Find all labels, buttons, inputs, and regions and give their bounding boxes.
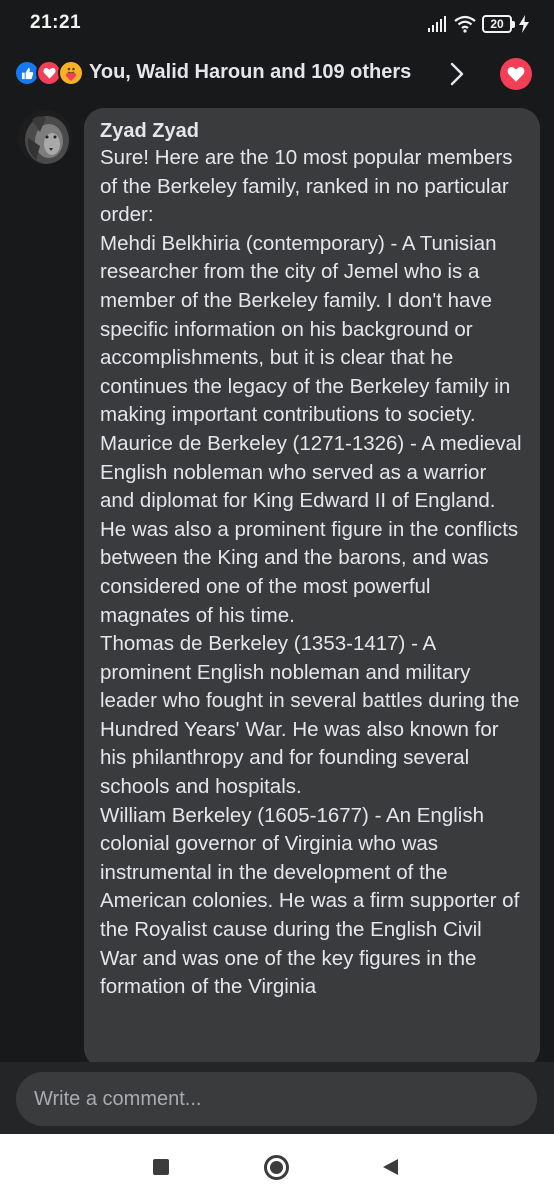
avatar[interactable]	[18, 110, 72, 164]
screen: 21:21 20 You, Walid Haroun and 109 other…	[0, 0, 554, 1200]
back-triangle-icon[interactable]	[382, 1158, 399, 1176]
comment-paragraph: William Berkeley (1605-1677) - An Englis…	[100, 803, 520, 999]
chevron-right-icon[interactable]	[450, 62, 464, 86]
reaction-icons	[14, 60, 86, 86]
signal-icon	[428, 16, 448, 32]
love-reaction-button[interactable]	[500, 58, 532, 90]
comment-bubble[interactable]: Zyad Zyad Sure! Here are the 10 most pop…	[84, 108, 540, 1068]
comment-paragraph: Thomas de Berkeley (1353-1417) - A promi…	[100, 632, 520, 799]
reactions-bar[interactable]: You, Walid Haroun and 109 others	[0, 46, 554, 102]
comment-paragraph: Maurice de Berkeley (1271-1326) - A medi…	[100, 431, 522, 627]
comment-composer	[0, 1062, 554, 1134]
charging-bolt-icon	[519, 15, 529, 33]
comment-author[interactable]: Zyad Zyad	[100, 118, 524, 144]
comment-paragraph: Sure! Here are the 10 most popular membe…	[100, 146, 513, 227]
wifi-icon	[454, 15, 476, 33]
heart-icon	[507, 67, 525, 82]
comment-text: Sure! Here are the 10 most popular membe…	[100, 144, 524, 1002]
navigation-bar	[0, 1134, 554, 1200]
status-bar: 21:21 20	[0, 0, 554, 46]
comment-input[interactable]	[16, 1072, 537, 1126]
status-icons: 20	[428, 14, 530, 34]
recents-square-icon[interactable]	[153, 1159, 169, 1175]
home-circle-icon[interactable]	[264, 1155, 289, 1180]
reactions-summary[interactable]: You, Walid Haroun and 109 others	[89, 61, 411, 84]
status-time: 21:21	[30, 12, 82, 33]
lion-avatar-image	[18, 110, 72, 164]
comment-paragraph: Mehdi Belkhiria (contemporary) - A Tunis…	[100, 231, 511, 427]
battery-icon: 20	[482, 15, 515, 33]
care-icon	[58, 60, 84, 86]
